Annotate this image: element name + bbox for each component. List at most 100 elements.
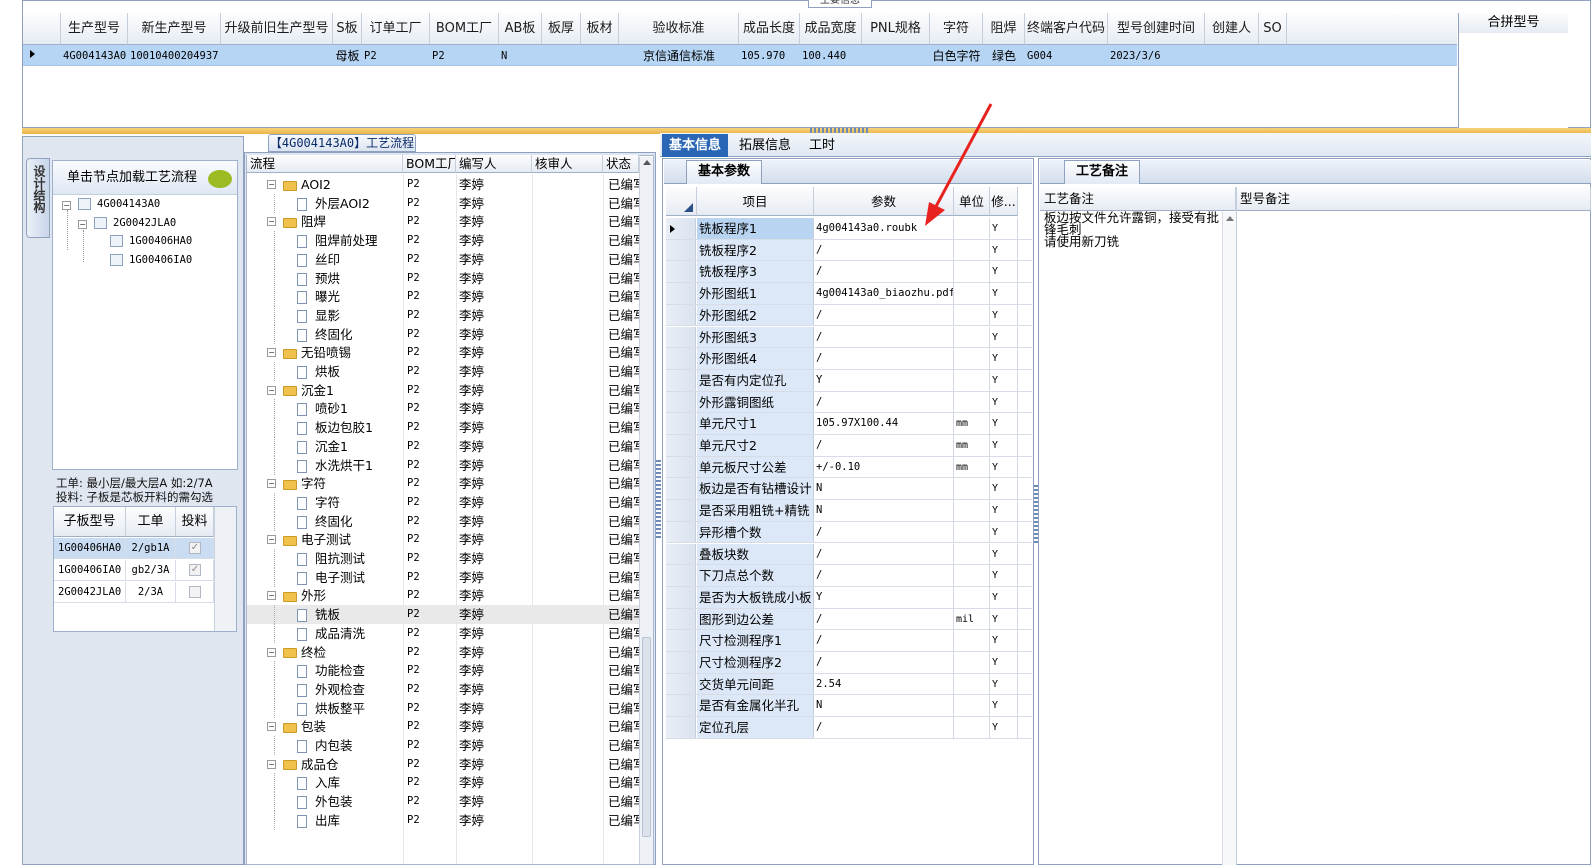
splitter-handle-left[interactable] [656, 460, 661, 540]
basic-params-tab[interactable]: 基本参数 [686, 160, 762, 184]
process-step-row[interactable]: 出库 P2 李婷 已编写 [247, 811, 639, 830]
column-header[interactable]: 创建人 [1205, 13, 1259, 45]
param-value[interactable]: / [814, 326, 954, 348]
column-header[interactable]: 验收标准 [619, 13, 739, 45]
process-step-row[interactable]: 喷砂1 P2 李婷 已编写 [247, 399, 639, 418]
param-value[interactable]: 4g004143a0_biaozhu.pdf [814, 283, 954, 304]
param-value[interactable]: N [814, 500, 954, 521]
column-header[interactable]: 成品宽度 [800, 13, 862, 45]
column-header[interactable]: 订单工厂 [362, 13, 430, 45]
process-step-row[interactable]: 沉金1 P2 李婷 已编写 [247, 437, 639, 456]
param-value[interactable]: / [814, 304, 954, 326]
process-notes-text[interactable]: 板边按文件允许露铜，接受有批 锋毛刺 请使用新刀铣 [1044, 211, 1222, 248]
param-value[interactable]: / [814, 435, 954, 456]
design-structure-tab[interactable]: 设计结构 [26, 158, 50, 238]
process-step-row[interactable]: 烘板 P2 李婷 已编写 [247, 362, 639, 381]
process-group-row[interactable]: − 沉金1 P2 李婷 已编写 [247, 381, 639, 400]
tree-node[interactable]: 1G00406HA0 [110, 235, 192, 247]
param-value[interactable]: Y [814, 586, 954, 608]
param-row[interactable]: 外形图纸2/ Y [666, 304, 1032, 327]
column-header[interactable]: SO [1259, 13, 1287, 45]
process-step-row[interactable]: 字符 P2 李婷 已编写 [247, 493, 639, 512]
param-value[interactable]: / [814, 391, 954, 413]
param-value[interactable]: / [814, 261, 954, 283]
column-header[interactable]: 型号创建时间 [1108, 13, 1205, 45]
collapse-toggle-icon[interactable]: − [267, 647, 276, 657]
sub-column-header[interactable]: 子板型号 [54, 507, 126, 537]
process-step-row[interactable]: 阻抗测试 P2 李婷 已编写 [247, 549, 639, 568]
param-row[interactable]: 单元尺寸2/mm Y [666, 435, 1032, 457]
column-header[interactable]: 生产型号 [61, 13, 128, 45]
tree-node[interactable]: 2G0042JLA0 [94, 217, 176, 229]
process-group-row[interactable]: − 终检 P2 李婷 已编写 [247, 643, 639, 662]
sub-column-header[interactable]: 投料 [176, 507, 214, 537]
param-row[interactable]: 铣板程序3/ Y [666, 261, 1032, 284]
param-row[interactable]: 外形露铜图纸 / Y [666, 391, 1032, 414]
process-step-row[interactable]: 曝光 P2 李婷 已编写 [247, 287, 639, 306]
column-header[interactable]: 板材 [581, 13, 619, 45]
tab-basic-info[interactable]: 基本信息 [662, 134, 729, 157]
param-row[interactable]: 是否有金属化半孔 N Y [666, 695, 1032, 718]
param-value[interactable]: N [814, 478, 954, 500]
process-column-header[interactable]: 流程 [247, 155, 403, 173]
column-header[interactable]: 成品长度 [739, 13, 800, 45]
param-row[interactable]: 尺寸检测程序2/ Y [666, 652, 1032, 674]
column-header[interactable]: S板 [333, 13, 362, 45]
column-header[interactable]: 新生产型号 [128, 13, 221, 45]
process-group-row[interactable]: − 字符 P2 李婷 已编写 [247, 474, 639, 493]
param-row[interactable]: 是否为大板铣成小板 Y Y [666, 586, 1032, 609]
collapse-toggle-icon[interactable]: − [267, 180, 276, 189]
param-row[interactable]: 外形图纸3/ Y [666, 326, 1032, 349]
param-row[interactable]: 定位孔层 / Y [666, 717, 1032, 739]
sub-column-header[interactable]: 工单 [126, 507, 176, 537]
collapse-toggle-icon[interactable]: − [267, 217, 276, 227]
tab-work-hours[interactable]: 工时 [802, 134, 842, 157]
process-step-row[interactable]: 预烘 P2 李婷 已编写 [247, 269, 639, 288]
param-row[interactable]: 是否采用粗铣+精铣 N Y [666, 500, 1032, 522]
collapse-toggle-icon[interactable]: − [62, 201, 71, 210]
notes-scroll-up-icon[interactable] [1226, 216, 1234, 221]
process-step-row[interactable]: 板边包胶1 P2 李婷 已编写 [247, 418, 639, 437]
collapse-toggle-icon[interactable]: − [267, 348, 276, 358]
collapse-toggle-icon[interactable]: − [267, 722, 276, 732]
param-row[interactable]: 下刀点总个数 / Y [666, 565, 1032, 587]
process-step-row[interactable]: 功能检查 P2 李婷 已编写 [247, 661, 639, 680]
splitter-grip-top[interactable] [810, 128, 870, 133]
param-value[interactable]: / [814, 630, 954, 651]
param-value[interactable]: Y [814, 369, 954, 391]
column-header[interactable]: PNL规格 [862, 13, 930, 45]
process-step-row[interactable]: 外观检查 P2 李婷 已编写 [247, 680, 639, 699]
process-group-row[interactable]: − 成品仓 P2 李婷 已编写 [247, 755, 639, 774]
param-row[interactable]: 外形图纸4/ Y [666, 348, 1032, 370]
param-value[interactable]: / [814, 652, 954, 673]
param-column-header[interactable]: 项目 [697, 187, 814, 216]
tree-node[interactable]: 1G00406IA0 [110, 254, 192, 266]
process-step-row[interactable]: 阻焊前处理 P2 李婷 已编写 [247, 231, 639, 250]
process-step-row[interactable]: 烘板整平 P2 李婷 已编写 [247, 699, 639, 718]
column-header[interactable]: 升级前旧生产型号 [221, 13, 333, 45]
param-row[interactable]: 铣板程序2/ Y [666, 239, 1032, 262]
collapse-toggle-icon[interactable]: − [267, 535, 276, 545]
process-group-row[interactable]: − 外形 P2 李婷 已编写 [247, 586, 639, 605]
process-column-header[interactable]: BOM工厂 [403, 155, 456, 173]
process-step-row[interactable]: 外包装 P2 李婷 已编写 [247, 792, 639, 811]
process-group-row[interactable]: − AOI2 P2 李婷 已编写 [247, 175, 639, 194]
scroll-thumb[interactable] [642, 637, 651, 837]
process-group-row[interactable]: − 无铅喷锡 P2 李婷 已编写 [247, 343, 639, 362]
tree-node[interactable]: 4G004143A0 [78, 198, 160, 210]
param-value[interactable]: / [814, 348, 954, 369]
param-row[interactable]: 叠板块数 / Y [666, 543, 1032, 566]
process-group-row[interactable]: − 包装 P2 李婷 已编写 [247, 717, 639, 736]
param-value[interactable]: / [814, 239, 954, 261]
param-value[interactable]: / [814, 565, 954, 586]
param-row[interactable]: 外形图纸1 4g004143a0_biaozhu.pdf Y [666, 283, 1032, 305]
collapse-toggle-icon[interactable]: − [267, 759, 276, 769]
tab-extended-info[interactable]: 拓展信息 [732, 134, 798, 157]
process-step-row[interactable]: 外层AOI2 P2 李婷 已编写 [247, 194, 639, 213]
process-step-row[interactable]: 终固化 P2 李婷 已编写 [247, 325, 639, 344]
param-row[interactable]: 单元板尺寸公差 +/-0.10 mm Y [666, 456, 1032, 479]
param-row[interactable]: 板边是否有钻槽设计 N Y [666, 478, 1032, 501]
column-header[interactable]: AB板 [499, 13, 542, 45]
process-flow-scrollbar[interactable] [639, 157, 653, 864]
feed-checkbox[interactable]: ✓ [189, 564, 201, 576]
